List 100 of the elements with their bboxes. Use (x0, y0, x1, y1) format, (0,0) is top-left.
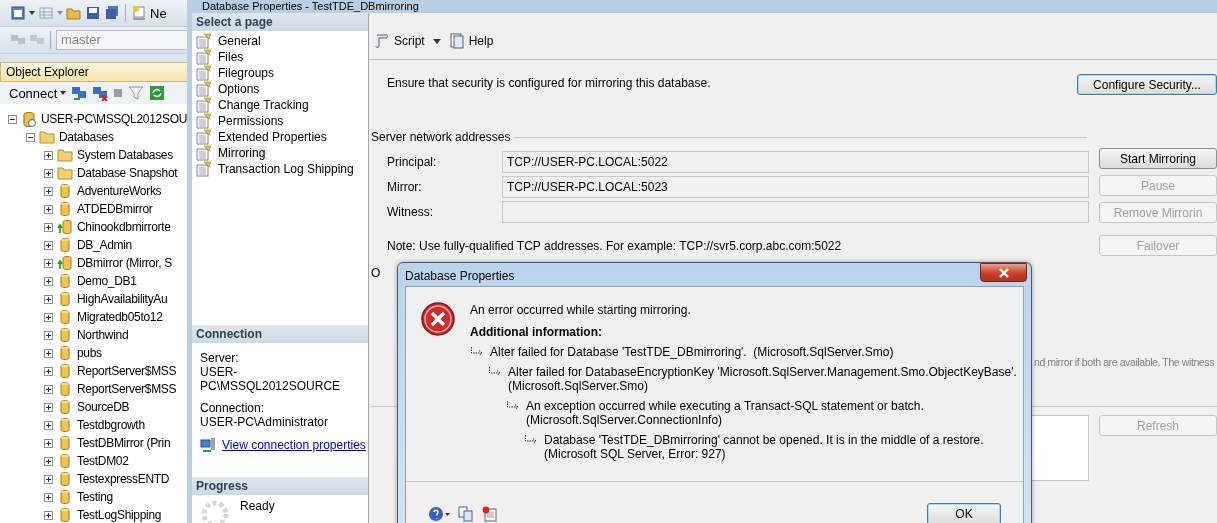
dropdown-arrow-icon[interactable] (29, 11, 35, 15)
page-item[interactable]: Options (216, 82, 262, 96)
copy-icon[interactable] (458, 506, 474, 522)
expand-icon[interactable] (44, 312, 53, 322)
database-icon (57, 183, 73, 199)
database-icon (57, 237, 73, 253)
server-label: Server: (200, 351, 240, 365)
disconnect-server-icon[interactable] (92, 85, 109, 101)
tree-item[interactable]: DB_Admin (77, 238, 132, 252)
tree-item[interactable]: SourceDB (77, 400, 130, 414)
page-item[interactable]: General (216, 34, 263, 48)
tree-item[interactable]: Databases (59, 130, 114, 144)
dropdown-arrow-icon[interactable] (432, 38, 441, 44)
help-book-icon (448, 33, 465, 49)
server-icon (21, 111, 37, 127)
expand-icon[interactable] (44, 258, 53, 268)
tree-item[interactable]: System Databases (77, 148, 173, 162)
expand-icon[interactable] (44, 420, 53, 430)
new-item-icon[interactable] (10, 5, 26, 21)
page-item[interactable]: Filegroups (216, 66, 277, 80)
expand-icon[interactable] (44, 474, 53, 484)
close-button[interactable] (980, 263, 1027, 282)
tree-item[interactable]: Testing (77, 490, 113, 504)
save-all-icon[interactable] (104, 5, 120, 21)
address-field[interactable]: TCP://USER-PC.LOCAL:5022 (502, 151, 1089, 173)
save-icon[interactable] (85, 5, 101, 21)
tree-item[interactable]: Northwind (77, 328, 129, 342)
page-icon (196, 161, 212, 177)
expand-icon[interactable] (44, 186, 53, 196)
expand-icon[interactable] (44, 240, 53, 250)
tree-item[interactable]: TestDM02 (77, 454, 129, 468)
address-field[interactable]: TCP://USER-PC.LOCAL:5023 (502, 176, 1089, 198)
tree-item[interactable]: DBmirror (Mirror, S (77, 256, 172, 270)
expand-icon[interactable] (44, 276, 53, 286)
tree-item[interactable]: Testdbgrowth (77, 418, 145, 432)
page-item[interactable]: Extended Properties (216, 130, 329, 144)
expand-icon[interactable] (44, 150, 53, 160)
tree-item[interactable]: pubs (77, 346, 102, 360)
expand-icon[interactable] (44, 456, 53, 466)
collapse-icon[interactable] (26, 132, 35, 142)
page-item[interactable]: Permissions (216, 114, 286, 128)
tree-item[interactable]: AdventureWorks (77, 184, 162, 198)
database-arrow-icon (57, 255, 73, 271)
page-icon (196, 49, 212, 65)
technical-details-icon[interactable] (482, 506, 498, 522)
expand-icon[interactable] (44, 204, 53, 214)
configure-security-button[interactable]: Configure Security... (1077, 74, 1217, 95)
tree-item[interactable]: ReportServer$MSS (77, 364, 177, 378)
close-icon (997, 267, 1010, 278)
new-query-button[interactable]: Ne (150, 5, 167, 21)
expand-icon[interactable] (44, 330, 53, 340)
tree-item[interactable]: USER-PC\MSSQL2012SOU (41, 112, 188, 126)
tree-item[interactable]: ReportServer$MSS (77, 382, 177, 396)
database-icon (57, 489, 73, 505)
error-detail: Alter failed for DatabaseEncryptionKey 'Microsoft.SqlServer.Management.Smo.ObjectKeyBase'. (Microsoft.SqlServer.Smo) (508, 365, 1017, 393)
page-item[interactable]: Change Tracking (216, 98, 311, 112)
tree-item[interactable]: Chinookdbmirrorte (77, 220, 171, 234)
help-icon[interactable] (428, 506, 450, 522)
ok-button[interactable]: OK (927, 503, 1001, 523)
page-icon (196, 81, 212, 97)
database-icon (57, 471, 73, 487)
address-field[interactable] (502, 201, 1089, 223)
expand-icon[interactable] (44, 402, 53, 412)
view-connection-link[interactable]: View connection properties (222, 438, 366, 452)
expand-icon[interactable] (44, 510, 53, 520)
connect-server-icon[interactable] (71, 85, 88, 101)
tree-item[interactable]: Database Snapshot (77, 166, 178, 180)
expand-icon[interactable] (44, 294, 53, 304)
operating-mode-text: nd mirror if both are available. The witness (1033, 356, 1214, 370)
folder-icon (39, 129, 55, 145)
refresh-icon[interactable] (149, 85, 166, 101)
help-button[interactable]: Help (448, 33, 494, 49)
page-item[interactable]: Transaction Log Shipping (216, 162, 356, 176)
tree-item[interactable]: ATDEDBmirror (77, 202, 153, 216)
tree-item[interactable]: Demo_DB1 (77, 274, 137, 288)
expand-icon[interactable] (44, 366, 53, 376)
expand-icon[interactable] (44, 348, 53, 358)
tree-item[interactable]: HighAvailabilityAu (77, 292, 168, 306)
tree-item[interactable]: Migratedb05to12 (77, 310, 163, 324)
database-icon (57, 363, 73, 379)
page-item[interactable]: Mirroring (216, 146, 268, 160)
expand-icon[interactable] (44, 492, 53, 502)
connection-icon (200, 437, 216, 453)
expand-icon[interactable] (44, 384, 53, 394)
tree-item[interactable]: TestexpressENTD (77, 472, 170, 486)
caret-icon (60, 91, 67, 95)
script-button[interactable]: Script (374, 33, 425, 49)
expand-icon[interactable] (44, 438, 53, 448)
tree-item[interactable]: TestDBMirror (Prin (77, 436, 171, 450)
expand-icon[interactable] (44, 222, 53, 232)
database-arrow-icon (57, 219, 73, 235)
error-message: An error occurred while starting mirroring. (470, 303, 692, 317)
address-label: Principal: (387, 155, 438, 169)
tree-item[interactable]: TestLogShipping (77, 508, 162, 522)
new-query-icon[interactable] (131, 5, 147, 21)
page-item[interactable]: Files (216, 50, 246, 64)
window-title: Database Properties - TestTDE_DBmirroring (201, 0, 420, 13)
expand-icon[interactable] (44, 168, 53, 178)
mirroring-button[interactable]: Start Mirroring (1099, 148, 1217, 169)
collapse-icon[interactable] (8, 114, 17, 124)
